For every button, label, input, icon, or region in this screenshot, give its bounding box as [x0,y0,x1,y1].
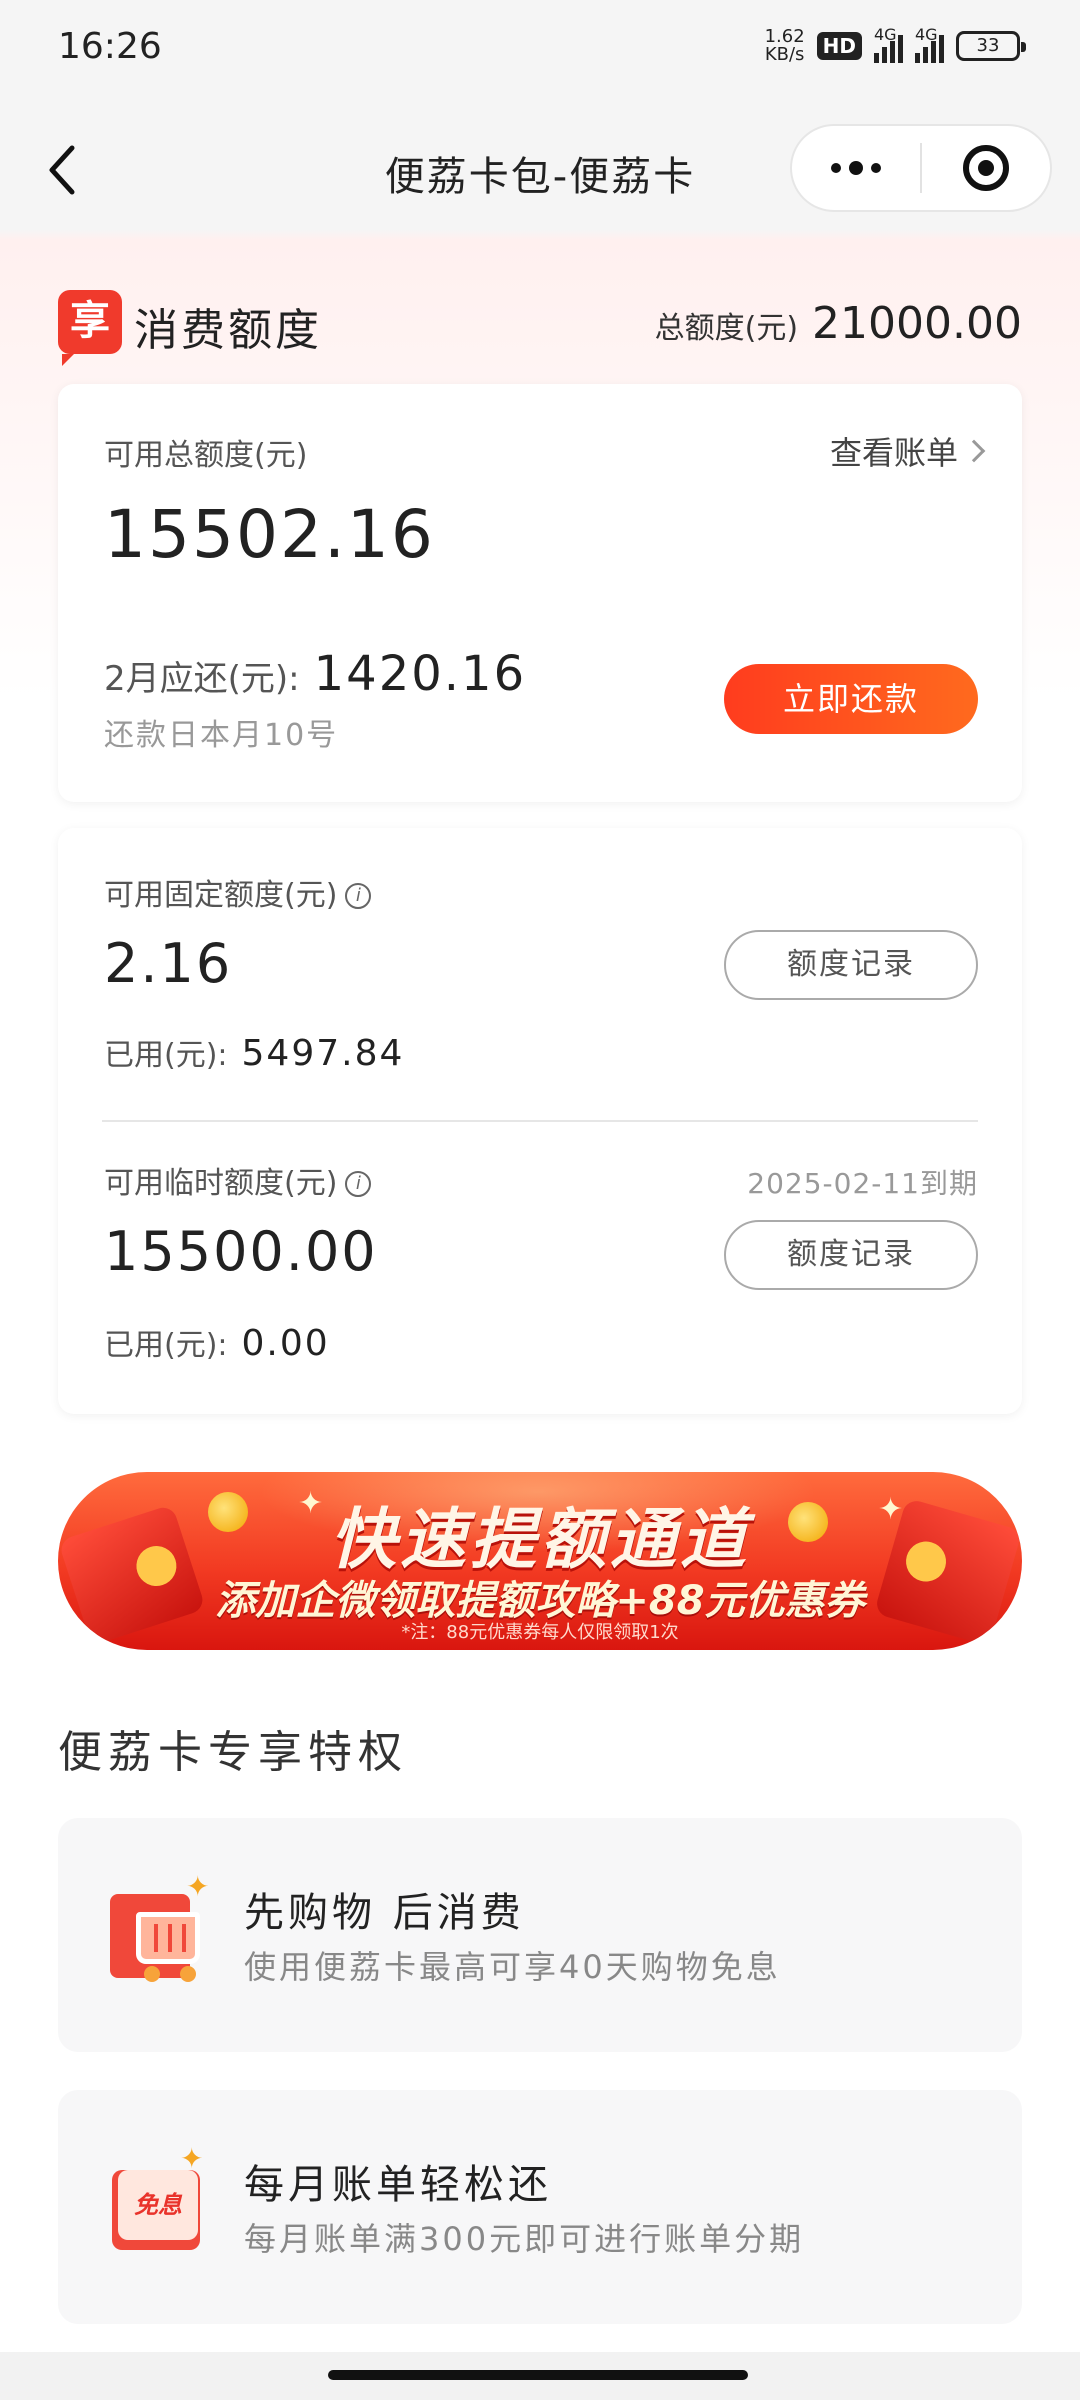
temp-quota-label: 可用临时额度(元) [104,1166,338,1201]
more-options-button[interactable] [792,126,920,210]
interest-free-icon-text: 免息 [118,2170,198,2240]
quota-title: 消费额度 [134,305,322,356]
due-amount-row: 2月应还(元): 1420.16 [104,646,526,702]
more-dot-icon [849,161,863,175]
total-quota-label: 总额度(元) [654,311,799,346]
fixed-quota-label-row: 可用固定额度(元) i [104,870,372,914]
privilege-item[interactable]: 免息 ✦ 每月账单轻松还 每月账单满300元即可进行账单分期 [58,2090,1022,2324]
interest-free-icon: 免息 ✦ [110,2142,206,2258]
network-speed: 1.62 KB/s [765,28,805,64]
quota-detail-card: 可用固定额度(元) i 2.16 额度记录 已用(元): 5497.84 可用临时… [58,828,1022,1414]
fixed-used-value: 5497.84 [241,1033,405,1074]
nav-bar: 便荔卡包-便荔卡 [0,110,1080,230]
divider [102,1120,978,1122]
shopping-cart-icon: ✦ [110,1870,209,1986]
xiang-logo-icon: 享 [58,290,122,366]
fixed-quota-record-button[interactable]: 额度记录 [724,930,978,1000]
hd-icon: HD [816,32,862,60]
status-bar: 16:26 1.62 KB/s HD 4G 4G 33 [0,0,1080,100]
due-date-text: 还款日本月10号 [104,718,339,753]
fixed-quota-label: 可用固定额度(元) [104,878,338,913]
view-bill-link[interactable]: 查看账单 [829,428,986,474]
available-total-value: 15502.16 [104,496,435,573]
temp-used-row: 已用(元): 0.00 [104,1320,330,1364]
info-icon[interactable]: i [345,883,372,909]
home-indicator[interactable] [328,2370,748,2380]
network-speed-unit: KB/s [764,44,805,65]
privilege-desc: 每月账单满300元即可进行账单分期 [244,2220,805,2258]
battery-icon: 33 [956,31,1026,61]
temp-quota-value: 15500.00 [104,1220,378,1283]
status-time: 16:26 [58,26,162,67]
quota-header: 享 消费额度 总额度(元) 21000.00 [58,290,1022,366]
total-quota-value: 21000.00 [812,298,1022,349]
mini-program-capsule [790,124,1052,212]
temp-used-label: 已用(元): [104,1328,228,1363]
privilege-desc: 使用便荔卡最高可享40天购物免息 [244,1948,781,1986]
total-quota: 总额度(元) 21000.00 [655,298,1022,349]
signal-strength-icon-2: 4G [915,25,944,63]
privilege-item[interactable]: ✦ 先购物 后消费 使用便荔卡最高可享40天购物免息 [58,1818,1022,2052]
chevron-right-icon [962,439,986,463]
privilege-name: 先购物 后消费 [244,1890,525,1936]
view-bill-label: 查看账单 [829,434,958,472]
more-dot-icon [831,163,841,173]
available-total-label: 可用总额度(元) [104,438,308,473]
fixed-used-row: 已用(元): 5497.84 [104,1030,404,1074]
temp-quota-expiry: 2025-02-11到期 [747,1167,978,1200]
fixed-used-label: 已用(元): [104,1038,228,1073]
repay-now-button[interactable]: 立即还款 [724,664,978,734]
signal-label: 4G [874,25,897,44]
banner-note: *注：88元优惠券每人仅限领取1次 [401,1622,679,1643]
status-icons: 1.62 KB/s HD 4G 4G 33 [765,25,1026,64]
target-icon [962,145,1009,191]
due-amount-value: 1420.16 [313,646,527,702]
available-quota-card: 可用总额度(元) 查看账单 15502.16 2月应还(元): 1420.16 … [58,384,1022,802]
temp-used-value: 0.00 [241,1323,330,1364]
privileges-title: 便荔卡专享特权 [58,1727,408,1778]
due-amount-label: 2月应还(元): [104,659,300,699]
signal-label-2: 4G [915,25,938,44]
quota-increase-banner[interactable]: ✦ ✦ 快速提额通道 添加企微领取提额攻略+88元优惠券 *注：88元优惠券每人… [58,1472,1022,1650]
more-dot-icon [871,163,881,173]
temp-quota-label-row: 可用临时额度(元) i [104,1158,372,1202]
signal-strength-icon: 4G [874,25,903,63]
privilege-name: 每月账单轻松还 [244,2162,552,2208]
close-mini-program-button[interactable] [922,126,1050,210]
info-icon[interactable]: i [345,1171,372,1197]
temp-quota-record-button[interactable]: 额度记录 [724,1220,978,1290]
fixed-quota-value: 2.16 [104,932,233,995]
